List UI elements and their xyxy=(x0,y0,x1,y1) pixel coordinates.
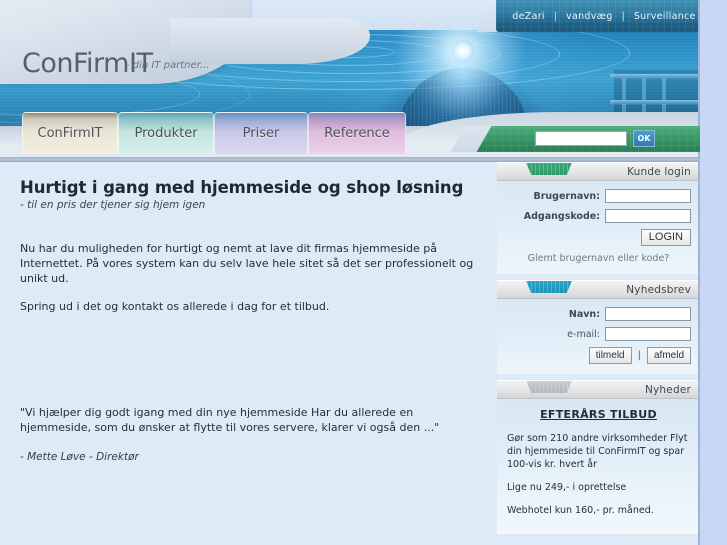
password-input[interactable] xyxy=(605,209,691,223)
tab-confirmit[interactable]: ConFirmIT xyxy=(22,112,118,154)
news-paragraph-2: Lige nu 249,- i oprettelse xyxy=(507,482,627,493)
label-navn: Navn: xyxy=(568,308,600,320)
panel-header-newsletter: Nyhedsbrev xyxy=(497,280,700,299)
field-row-email: e-mail: xyxy=(506,327,691,341)
panel-title-newsletter: Nyhedsbrev xyxy=(626,283,691,296)
search-bar: OK xyxy=(470,126,700,152)
sidebar: Kunde login Brugernavn: Adgangskode: LOG… xyxy=(497,162,700,545)
testimonial-block: "Vi hjælper dig godt igang med din nye h… xyxy=(20,405,480,463)
tab-priser[interactable]: Priser xyxy=(214,112,308,154)
page-title: Hurtigt i gang med hjemmeside og shop lø… xyxy=(20,178,464,197)
panel-tab-icon xyxy=(526,281,572,293)
search-input[interactable] xyxy=(535,131,627,146)
field-row-name: Navn: xyxy=(506,307,691,321)
panel-header-news: Nyheder xyxy=(497,380,700,399)
login-button-row: LOGIN xyxy=(506,229,691,246)
panel-body-login: Brugernavn: Adgangskode: LOGIN Glemt bru… xyxy=(497,181,700,274)
intro-paragraph-1: Nu har du muligheden for hurtigt og nemt… xyxy=(20,242,474,285)
forgot-password-link[interactable]: Glemt brugernavn eller kode? xyxy=(506,253,691,264)
unsubscribe-button[interactable]: afmeld xyxy=(646,347,691,364)
panel-tab-icon xyxy=(526,381,572,393)
testimonial-author: - Mette Løve - Direktør xyxy=(20,451,139,463)
page-right-margin xyxy=(700,0,727,545)
button-separator: | xyxy=(637,350,641,361)
topnav-item-dezari[interactable]: deZari xyxy=(503,11,554,22)
search-ok-button[interactable]: OK xyxy=(633,130,655,147)
login-button[interactable]: LOGIN xyxy=(640,229,691,246)
field-row-password: Adgangskode: xyxy=(506,209,691,223)
panel-body-news: EFTERÅRS TILBUD Gør som 210 andre virkso… xyxy=(497,399,700,534)
username-input[interactable] xyxy=(605,189,691,203)
tab-produkter[interactable]: Produkter xyxy=(118,112,214,154)
panel-title-news: Nyheder xyxy=(644,383,691,396)
top-utility-nav: deZari | vandvæg | Surveillance xyxy=(496,0,700,32)
panel-body-newsletter: Navn: e-mail: tilmeld | afmeld xyxy=(497,299,700,374)
main-navigation-tabs: ConFirmIT Produkter Priser Reference xyxy=(22,112,406,154)
site-tagline: - din IT partner... xyxy=(126,60,210,71)
label-adgangskode: Adgangskode: xyxy=(523,210,600,222)
news-paragraph-1: Gør som 210 andre virksomheder Flyt din … xyxy=(507,433,688,470)
building-column xyxy=(642,78,646,100)
panel-nyheder: Nyheder EFTERÅRS TILBUD Gør som 210 andr… xyxy=(497,380,700,534)
tab-reference[interactable]: Reference xyxy=(308,112,406,154)
field-row-username: Brugernavn: xyxy=(506,189,691,203)
building-column xyxy=(662,78,666,100)
page-body: Hurtigt i gang med hjemmeside og shop lø… xyxy=(0,162,700,545)
site-header: ConFirmIT - din IT partner... deZari | v… xyxy=(0,0,700,162)
topnav-item-vandvaeg[interactable]: vandvæg xyxy=(557,11,622,22)
topnav-item-surveillance[interactable]: Surveillance xyxy=(625,11,700,22)
main-content: Hurtigt i gang med hjemmeside og shop lø… xyxy=(0,162,492,545)
panel-header-login: Kunde login xyxy=(497,162,700,181)
subscribe-button[interactable]: tilmeld xyxy=(588,347,632,364)
intro-paragraph-2: Spring ud i det og kontakt os allerede i… xyxy=(20,300,330,313)
panel-nyhedsbrev: Nyhedsbrev Navn: e-mail: tilmeld | afmel… xyxy=(497,280,700,374)
newsletter-name-input[interactable] xyxy=(605,307,691,321)
panel-title-login: Kunde login xyxy=(627,165,691,178)
news-paragraph-3: Webhotel kun 160,- pr. måned. xyxy=(507,505,654,516)
newsletter-button-row: tilmeld | afmeld xyxy=(506,347,691,364)
logo-plate-tail xyxy=(170,18,370,64)
panel-kunde-login: Kunde login Brugernavn: Adgangskode: LOG… xyxy=(497,162,700,274)
panel-tab-icon xyxy=(526,163,572,175)
newsletter-email-input[interactable] xyxy=(605,327,691,341)
banner-light-burst xyxy=(452,40,474,62)
building-column xyxy=(622,78,626,100)
label-email: e-mail: xyxy=(567,328,600,340)
label-brugernavn: Brugernavn: xyxy=(533,190,600,202)
page-subtitle: - til en pris der tjener sig hjem igen xyxy=(20,199,206,211)
news-headline: EFTERÅRS TILBUD xyxy=(540,408,657,421)
page-root: ConFirmIT - din IT partner... deZari | v… xyxy=(0,0,727,545)
testimonial-quote: "Vi hjælper dig godt igang med din nye h… xyxy=(20,406,440,434)
